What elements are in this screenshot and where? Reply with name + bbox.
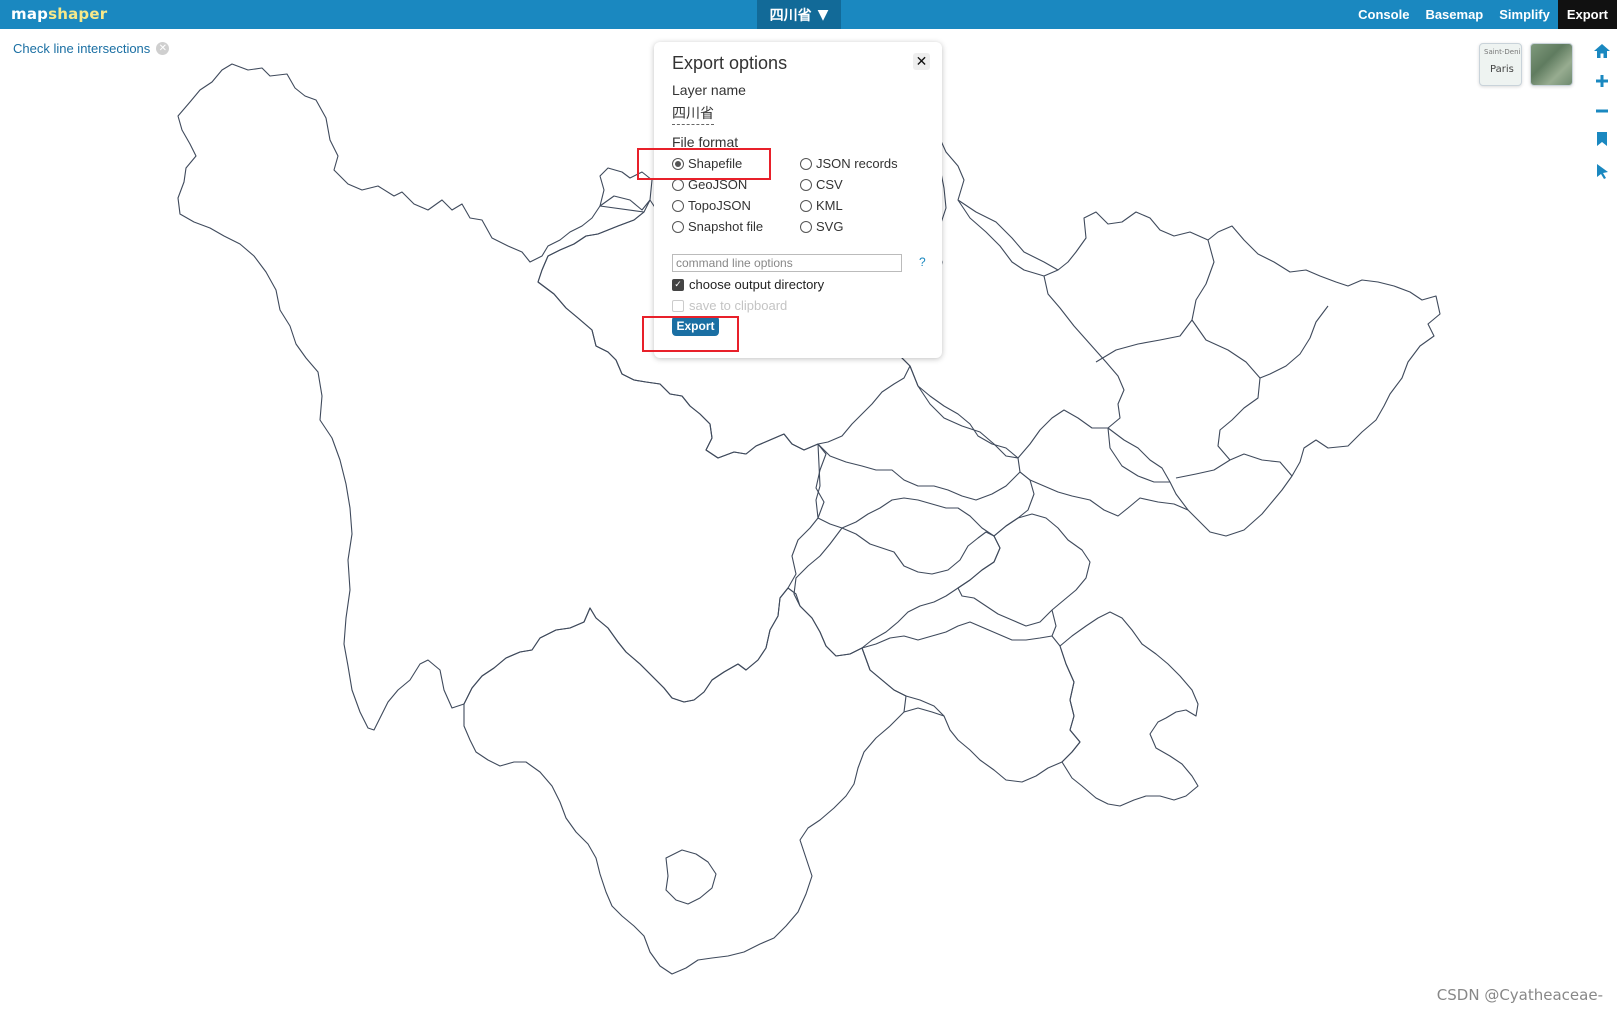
home-icon[interactable]	[1593, 42, 1611, 60]
nav-console[interactable]: Console	[1350, 0, 1417, 29]
nav-basemap[interactable]: Basemap	[1417, 0, 1491, 29]
map-boundary-9	[1229, 453, 1293, 477]
format-option-csv[interactable]: CSV	[800, 177, 843, 192]
zoom-in-icon[interactable]	[1593, 72, 1611, 90]
format-option-snapshot[interactable]: Snapshot file	[672, 219, 763, 234]
command-line-options-input[interactable]: command line options	[672, 254, 902, 272]
nav-export[interactable]: Export	[1557, 0, 1617, 29]
map-boundary-11	[903, 707, 945, 717]
main-nav: Console Basemap Simplify Export	[1350, 0, 1617, 29]
layer-select-label: 四川省	[769, 7, 812, 24]
map-region-northeast	[899, 129, 1441, 537]
choose-output-directory-checkbox[interactable]: ✓	[672, 278, 684, 291]
format-label: CSV	[816, 177, 843, 192]
annotation-box-shapefile	[637, 148, 771, 180]
thumb-label-small: Saint-Deni	[1484, 48, 1521, 56]
format-label: JSON records	[816, 156, 898, 171]
save-to-clipboard-option: save to clipboard	[672, 298, 787, 313]
basemap-thumb-satellite[interactable]	[1530, 43, 1573, 86]
logo-text-shaper: shaper	[48, 5, 108, 23]
radio-kml[interactable]	[800, 199, 812, 212]
help-link[interactable]: ?	[919, 255, 926, 269]
layer-name-field[interactable]: 四川省	[672, 103, 714, 125]
format-option-topojson[interactable]: TopoJSON	[672, 198, 751, 213]
dialog-title: Export options	[672, 53, 788, 73]
choose-output-directory-label: choose output directory	[689, 277, 825, 292]
save-to-clipboard-checkbox	[672, 299, 684, 312]
mapshaper-logo: mapshaper	[11, 5, 107, 23]
logo-text-map: map	[11, 5, 49, 23]
choose-output-directory-option[interactable]: ✓ choose output directory	[672, 277, 824, 292]
map-boundary-7	[1017, 409, 1189, 511]
layer-name-label: Layer name	[672, 82, 746, 98]
map-region-panzhihua	[665, 849, 717, 905]
map-boundary-10	[1175, 459, 1231, 479]
format-option-kml[interactable]: KML	[800, 198, 843, 213]
format-label: Snapshot file	[688, 219, 764, 234]
format-option-json-records[interactable]: JSON records	[800, 156, 898, 171]
annotation-box-export	[642, 316, 739, 352]
bookmark-icon[interactable]	[1593, 130, 1611, 148]
pointer-icon[interactable]	[1593, 162, 1611, 180]
nav-simplify[interactable]: Simplify	[1491, 0, 1558, 29]
save-to-clipboard-label: save to clipboard	[689, 298, 788, 313]
radio-snapshot[interactable]	[672, 220, 684, 233]
format-label: KML	[816, 198, 843, 213]
export-options-dialog: Export options ✕ Layer name 四川省 File for…	[654, 42, 942, 358]
map-region-yaan-south	[463, 587, 907, 975]
radio-csv[interactable]	[800, 178, 812, 191]
format-label: TopoJSON	[688, 198, 751, 213]
map-boundary-3	[1191, 239, 1261, 461]
caret-down-icon: ▼	[817, 6, 829, 23]
map-boundary-4	[1095, 319, 1193, 363]
radio-topojson[interactable]	[672, 199, 684, 212]
map-boundary-1	[957, 199, 1059, 277]
map-boundary-6	[909, 365, 1019, 459]
thumb-label-main: Paris	[1490, 64, 1514, 75]
watermark: CSDN @Cyatheaceae-	[1436, 986, 1603, 1004]
map-region-central	[815, 443, 1035, 537]
map-region-south-central	[861, 621, 1081, 783]
layer-select-button[interactable]: 四川省 ▼	[757, 0, 841, 29]
format-option-svg[interactable]: SVG	[800, 219, 843, 234]
map-boundary-12	[1051, 609, 1057, 637]
radio-geojson[interactable]	[672, 178, 684, 191]
zoom-out-icon[interactable]	[1593, 102, 1611, 120]
close-icon[interactable]: ✕	[913, 53, 930, 70]
map-region-southeast	[1059, 611, 1199, 807]
format-label: SVG	[816, 219, 844, 234]
radio-svg[interactable]	[800, 220, 812, 233]
map-region-ziyang	[957, 513, 1091, 627]
top-bar: mapshaper 四川省 ▼ Console Basemap Simplify…	[0, 0, 1617, 29]
radio-json-records[interactable]	[800, 157, 812, 170]
map-boundary-8	[1107, 427, 1170, 483]
map-boundary-5	[1259, 305, 1329, 379]
basemap-thumb-streets[interactable]: Saint-Deni Paris	[1479, 43, 1522, 86]
